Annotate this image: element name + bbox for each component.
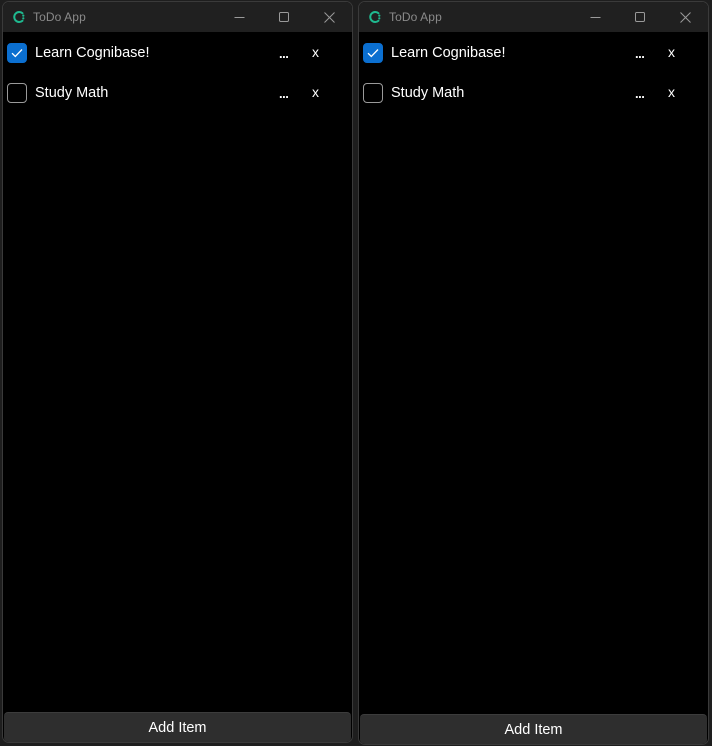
delete-button[interactable]: x: [312, 44, 319, 60]
more-options-button[interactable]: ...: [635, 46, 645, 61]
todo-window-left: ToDo App Learn Cognibase! ... x Study Ma…: [2, 1, 353, 743]
minimize-icon: [234, 16, 245, 18]
desktop: ToDo App Learn Cognibase! ... x Study Ma…: [0, 0, 712, 746]
item-label: Study Math: [391, 85, 465, 101]
list-item: Learn Cognibase! ... x: [3, 33, 352, 73]
window-title: ToDo App: [33, 10, 86, 24]
item-label: Study Math: [35, 85, 109, 101]
maximize-icon: [635, 11, 645, 22]
close-button[interactable]: [307, 2, 352, 32]
title-bar[interactable]: ToDo App: [359, 2, 708, 32]
more-options-button[interactable]: ...: [279, 46, 289, 61]
close-icon: [680, 11, 691, 23]
list-item: Study Math ... x: [359, 73, 708, 113]
delete-button[interactable]: x: [312, 84, 319, 100]
todo-list: Learn Cognibase! ... x Study Math ... x: [3, 32, 352, 113]
cognibase-logo-icon: [368, 10, 382, 24]
checkmark-icon: [11, 49, 23, 58]
delete-button[interactable]: x: [668, 44, 675, 60]
close-icon: [324, 11, 335, 23]
window-title: ToDo App: [389, 10, 442, 24]
close-button[interactable]: [663, 2, 708, 32]
delete-button[interactable]: x: [668, 84, 675, 100]
maximize-button[interactable]: [262, 2, 307, 32]
item-label: Learn Cognibase!: [391, 45, 506, 61]
window-controls: [217, 2, 352, 32]
cognibase-logo-icon: [12, 10, 26, 24]
list-item: Study Math ... x: [3, 73, 352, 113]
minimize-button[interactable]: [217, 2, 262, 32]
title-bar[interactable]: ToDo App: [3, 2, 352, 32]
add-item-button[interactable]: Add Item: [4, 712, 351, 742]
todo-window-right: ToDo App Learn Cognibase! ... x Study Ma…: [358, 1, 709, 745]
maximize-icon: [279, 11, 289, 22]
more-options-button[interactable]: ...: [635, 86, 645, 101]
add-item-button[interactable]: Add Item: [360, 714, 707, 744]
todo-list: Learn Cognibase! ... x Study Math ... x: [359, 32, 708, 113]
window-controls: [573, 2, 708, 32]
list-item: Learn Cognibase! ... x: [359, 33, 708, 73]
item-checkbox[interactable]: [7, 83, 27, 103]
minimize-button[interactable]: [573, 2, 618, 32]
minimize-icon: [590, 16, 601, 18]
item-label: Learn Cognibase!: [35, 45, 150, 61]
more-options-button[interactable]: ...: [279, 86, 289, 101]
checkmark-icon: [367, 49, 379, 58]
item-checkbox[interactable]: [363, 83, 383, 103]
maximize-button[interactable]: [618, 2, 663, 32]
item-checkbox[interactable]: [363, 43, 383, 63]
item-checkbox[interactable]: [7, 43, 27, 63]
